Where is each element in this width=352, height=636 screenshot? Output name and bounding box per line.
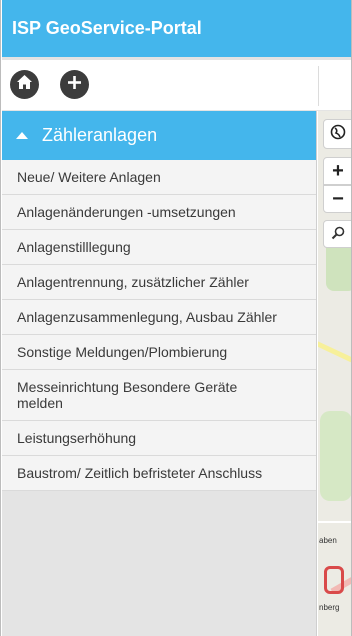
home-button[interactable] [10,70,39,99]
app-title-bar: ISP GeoService-Portal [2,0,351,60]
menu-item[interactable]: Neue/ Weitere Anlagen [2,160,316,195]
map-road [318,521,351,523]
section-title: Zähleranlagen [42,125,158,145]
map-forest-area [320,411,351,501]
menu-item[interactable]: Sonstige Meldungen/Plombierung [2,335,316,370]
app-title: ISP GeoService-Portal [12,18,202,38]
zoom-search-button[interactable] [323,220,351,248]
menu-item[interactable]: Baustrom/ Zeitlich befristeter Anschluss [2,456,316,491]
sidebar-menu: Zähleranlagen Neue/ Weitere Anlagen Anla… [2,111,317,636]
menu-item[interactable]: Anlagentrennung, zusätzlicher Zähler [2,265,316,300]
menu-item[interactable]: Leistungserhöhung [2,421,316,456]
plus-icon [67,75,82,95]
section-header-zaehleranlagen[interactable]: Zähleranlagen [2,111,316,160]
zoom-in-button[interactable]: + [323,157,351,185]
menu-list: Neue/ Weitere Anlagen Anlagenänderungen … [2,160,316,491]
menu-item[interactable]: Anlagenzusammenlegung, Ausbau Zähler [2,300,316,335]
menu-item[interactable]: Messeinrichtung Besondere Geräte melden [2,370,316,421]
menu-item[interactable]: Anlagenstilllegung [2,230,316,265]
globe-icon [330,124,346,145]
add-button[interactable] [60,70,89,99]
app-frame: ISP GeoService-Portal aben nberg + − Zäh… [0,0,352,636]
map-place-label: aben [319,536,337,545]
menu-item[interactable]: Anlagenänderungen -umsetzungen [2,195,316,230]
map-place-label: nberg [319,603,340,612]
magnifier-icon [331,226,345,243]
toolbar-divider [318,66,319,106]
layers-button[interactable] [323,119,351,149]
home-icon [16,74,33,95]
toolbar [2,60,351,111]
map-road [318,340,351,367]
zoom-out-button[interactable]: − [323,185,351,213]
caret-up-icon [16,131,28,139]
map-boundary [324,566,344,594]
